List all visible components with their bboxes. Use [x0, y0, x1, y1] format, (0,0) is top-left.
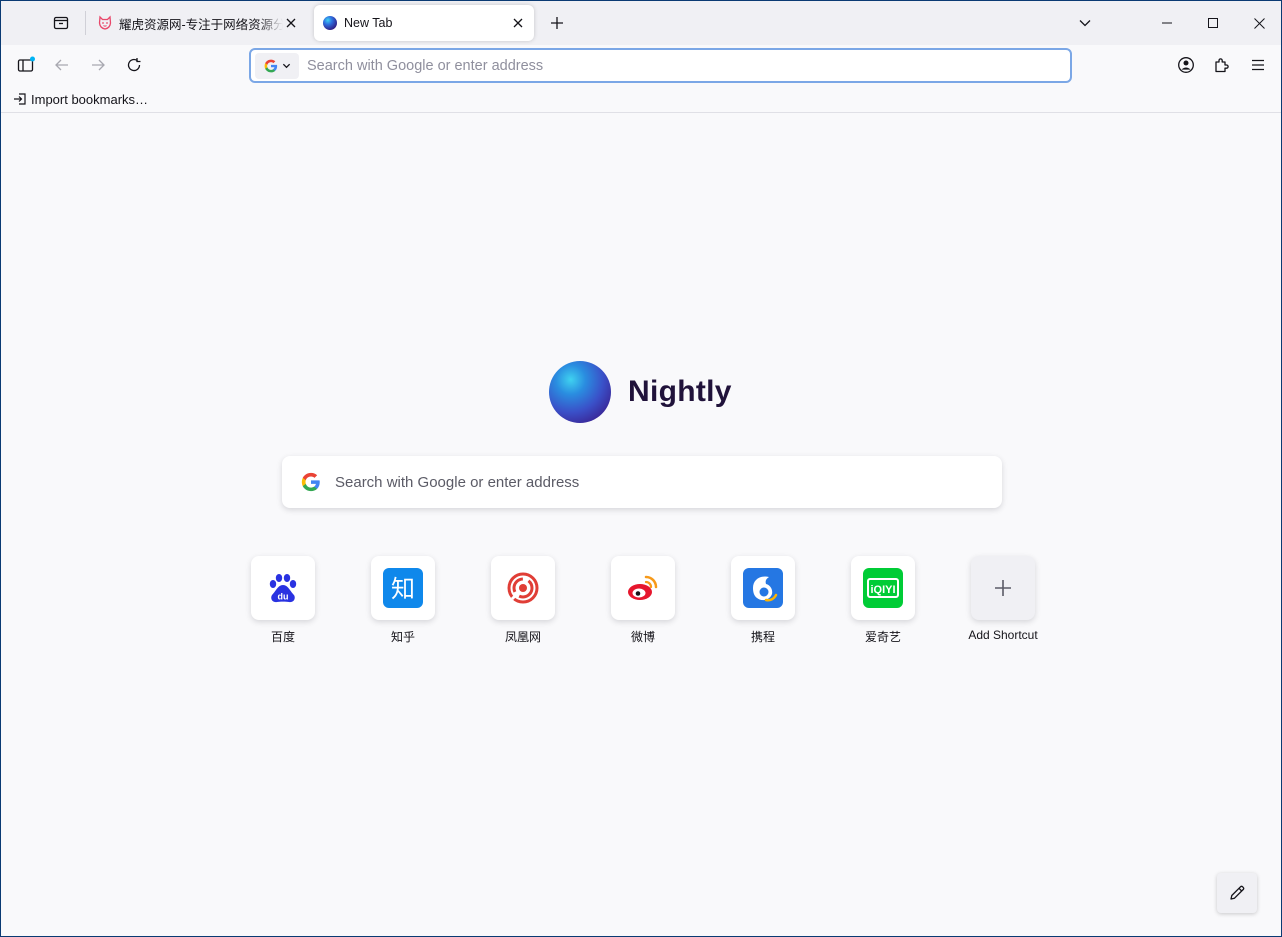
nightly-icon — [322, 15, 338, 31]
shortcut-label: 知乎 — [390, 630, 415, 644]
plus-icon — [551, 17, 563, 29]
hamburger-menu-icon — [1252, 59, 1264, 71]
navigation-toolbar — [1, 45, 1281, 85]
puzzle-piece-icon — [1215, 58, 1229, 73]
shortcut-label: 携程 — [750, 630, 775, 644]
new-tab-button[interactable] — [543, 9, 571, 37]
account-button[interactable] — [1171, 50, 1201, 80]
firefox-view-icon — [53, 16, 69, 30]
extensions-button[interactable] — [1207, 50, 1237, 80]
svg-text:知: 知 — [391, 575, 415, 603]
shortcut-label: 百度 — [270, 630, 295, 644]
tab-strip: 耀虎资源网-专注于网络资源分享 New Tab — [1, 1, 1281, 45]
plus-icon — [995, 580, 1011, 596]
ifeng-icon — [507, 572, 539, 604]
shortcut-icon-box — [971, 556, 1035, 620]
shortcut-iqiyi[interactable]: iQIYI 爱奇艺 — [841, 556, 925, 656]
close-tab-button[interactable] — [510, 15, 526, 31]
shortcut-icon-box — [491, 556, 555, 620]
import-bookmarks-button[interactable]: Import bookmarks… — [13, 90, 148, 108]
shortcut-icon-box: du — [251, 556, 315, 620]
tab-tiger-resources[interactable]: 耀虎资源网-专注于网络资源分享 — [89, 5, 307, 41]
shortcut-baidu[interactable]: du 百度 — [241, 556, 325, 656]
brand-wordmark: Nightly — [628, 375, 732, 408]
shortcut-icon-box: 知 — [371, 556, 435, 620]
close-icon — [513, 18, 523, 28]
close-icon — [1253, 17, 1265, 29]
shortcut-label: 微博 — [630, 630, 655, 644]
reload-icon — [127, 58, 141, 72]
shortcut-weibo[interactable]: 微博 — [601, 556, 685, 656]
ctrip-icon — [743, 568, 783, 608]
shortcut-icon-box — [731, 556, 795, 620]
google-icon — [301, 472, 320, 492]
shortcut-zhihu[interactable]: 知 知乎 — [361, 556, 445, 656]
forward-arrow-icon — [92, 59, 105, 71]
forward-button[interactable] — [83, 50, 113, 80]
chevron-down-icon — [1079, 20, 1091, 27]
browser-window: 耀虎资源网-专注于网络资源分享 New Tab Search with Goog… — [0, 0, 1282, 937]
tab-new-tab[interactable]: New Tab — [314, 5, 534, 41]
account-icon — [1178, 57, 1194, 73]
back-arrow-icon — [55, 59, 68, 71]
iqiyi-icon: iQIYI — [863, 568, 903, 608]
minimize-icon — [1162, 22, 1172, 24]
search-engine-selector[interactable] — [255, 52, 299, 79]
maximize-icon — [1208, 18, 1218, 28]
new-tab-page: Nightly Search with Google or enter addr… — [1, 114, 1281, 936]
address-input[interactable] — [307, 57, 1070, 74]
baidu-icon: du — [269, 574, 297, 603]
shortcut-icon-box: iQIYI — [851, 556, 915, 620]
shortcut-label: 爱奇艺 — [864, 630, 901, 644]
weibo-icon — [628, 575, 658, 600]
back-button[interactable] — [47, 50, 77, 80]
svg-text:du: du — [278, 592, 289, 602]
import-bookmarks-label: Import bookmarks… — [31, 91, 149, 107]
import-icon — [14, 93, 26, 105]
tiger-icon — [97, 15, 113, 31]
sidebar-icon — [17, 56, 35, 72]
shortcut-label: 凤凰网 — [504, 630, 541, 644]
tab-title: 耀虎资源网-专注于网络资源分享 — [119, 17, 283, 32]
google-icon — [264, 59, 277, 72]
shortcut-ctrip[interactable]: 携程 — [721, 556, 805, 656]
close-window-button[interactable] — [1236, 1, 1281, 45]
newtab-search-box[interactable]: Search with Google or enter address — [282, 456, 1002, 508]
shortcut-ifeng[interactable]: 凤凰网 — [481, 556, 565, 656]
close-tab-button[interactable] — [283, 15, 299, 31]
tab-title: New Tab — [344, 16, 393, 30]
app-menu-button[interactable] — [1243, 50, 1273, 80]
firefox-view-button[interactable] — [45, 7, 77, 39]
tab-separator — [85, 11, 86, 35]
maximize-button[interactable] — [1190, 1, 1236, 45]
minimize-button[interactable] — [1144, 1, 1190, 45]
top-sites: du 百度 知 知乎 凤凰网 微博 携程 iQIYI 爱奇艺 Add Short… — [241, 556, 1061, 656]
reload-button[interactable] — [119, 50, 149, 80]
search-placeholder: Search with Google or enter address — [335, 473, 580, 491]
add-shortcut-button[interactable]: Add Shortcut — [961, 556, 1045, 656]
pencil-icon — [1230, 885, 1245, 900]
nightly-globe-icon — [549, 361, 611, 423]
sidebar-button[interactable] — [11, 50, 41, 80]
shortcut-icon-box — [611, 556, 675, 620]
list-all-tabs-button[interactable] — [1071, 9, 1099, 37]
shortcut-label: Add Shortcut — [968, 628, 1038, 642]
close-icon — [286, 18, 296, 28]
url-bar[interactable] — [249, 48, 1072, 83]
svg-text:iQIYI: iQIYI — [870, 584, 895, 596]
bookmarks-toolbar: Import bookmarks… — [1, 85, 1281, 113]
chevron-down-icon — [282, 63, 290, 69]
brand-logo: Nightly — [549, 360, 732, 424]
zhihu-icon: 知 — [383, 568, 423, 608]
customize-page-button[interactable] — [1217, 873, 1257, 913]
